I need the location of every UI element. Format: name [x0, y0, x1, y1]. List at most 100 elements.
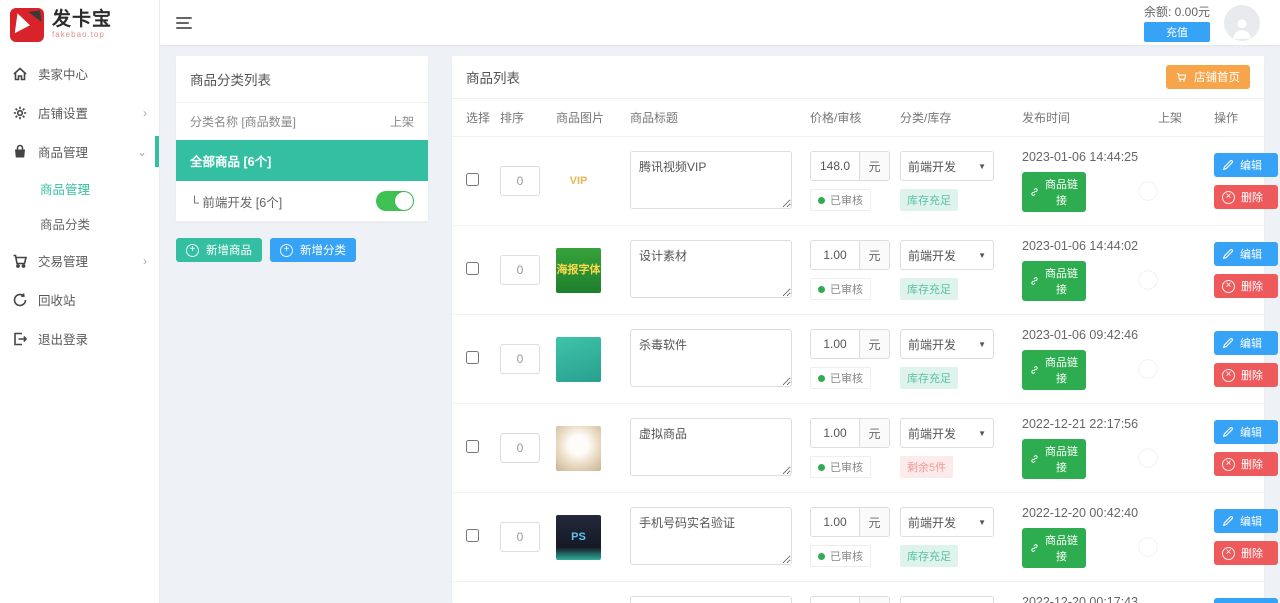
link-icon: [1030, 542, 1039, 554]
col-on-shelf: 上架: [1158, 109, 1214, 126]
plus-circle-icon: +: [186, 244, 199, 257]
row-select-checkbox[interactable]: [466, 173, 479, 186]
price-input[interactable]: [811, 241, 859, 269]
edit-button[interactable]: 编辑: [1214, 153, 1278, 177]
cross-circle-icon: ×: [1222, 369, 1235, 382]
brand-logo[interactable]: 发卡宝 fakebao.top: [0, 0, 159, 48]
price-input-group: 元: [810, 151, 890, 181]
row-select-checkbox[interactable]: [466, 529, 479, 542]
product-title-textarea[interactable]: 腾讯视频VIP: [630, 151, 792, 209]
product-image-label: 海报字体: [557, 264, 601, 276]
product-link-button[interactable]: 商品链接: [1022, 528, 1086, 568]
sidebar-item-label: 交易管理: [38, 251, 88, 270]
table-row: VIP 腾讯视频VIP 元 已审核 前端开发 ▼ 库存充足 2023-01-06…: [452, 137, 1264, 226]
link-icon: [1030, 453, 1039, 465]
category-col-status: 上架: [390, 113, 414, 130]
add-product-button[interactable]: + 新增商品: [176, 238, 262, 262]
category-visibility-toggle[interactable]: [376, 191, 414, 211]
add-category-button[interactable]: + 新增分类: [270, 238, 356, 262]
sidebar-nav: 卖家中心 店铺设置 › 商品管理 ⌄ 商品管理 商品分类 交易管理 ›: [0, 48, 159, 358]
category-select[interactable]: 前端开发 ▼: [900, 418, 994, 448]
product-link-button[interactable]: 商品链接: [1022, 439, 1086, 479]
sort-order-input[interactable]: [500, 255, 540, 285]
product-image: PS: [556, 515, 601, 560]
edit-button[interactable]: 编辑: [1214, 420, 1278, 444]
hamburger-menu-icon[interactable]: [176, 17, 192, 29]
delete-button[interactable]: × 删除: [1214, 452, 1278, 476]
sort-order-input[interactable]: [500, 166, 540, 196]
review-status-badge: 已审核: [810, 189, 871, 211]
category-select[interactable]: 前端开发 ▼: [900, 240, 994, 270]
price-input[interactable]: [811, 152, 859, 180]
edit-button[interactable]: 编辑: [1214, 509, 1278, 533]
category-select[interactable]: 前端开发 ▼: [900, 596, 994, 603]
sidebar-item-shop-settings[interactable]: 店铺设置 ›: [0, 93, 159, 132]
edit-label: 编辑: [1240, 246, 1262, 262]
edit-button[interactable]: 编辑: [1214, 598, 1278, 603]
row-select-checkbox[interactable]: [466, 262, 479, 275]
sidebar-item-trade-management[interactable]: 交易管理 ›: [0, 241, 159, 280]
price-input[interactable]: [811, 330, 859, 358]
review-status-badge: 已审核: [810, 456, 871, 478]
edit-button[interactable]: 编辑: [1214, 242, 1278, 266]
sort-order-input[interactable]: [500, 344, 540, 374]
edit-label: 编辑: [1240, 157, 1262, 173]
delete-button[interactable]: × 删除: [1214, 185, 1278, 209]
category-select[interactable]: 前端开发 ▼: [900, 507, 994, 537]
review-status-label: 已审核: [830, 459, 863, 475]
product-title-textarea[interactable]: 杀毒软件: [630, 329, 792, 387]
category-select[interactable]: 前端开发 ▼: [900, 329, 994, 359]
category-selected-value: 前端开发: [908, 336, 956, 353]
product-link-button[interactable]: 商品链接: [1022, 350, 1086, 390]
price-unit-label: 元: [859, 241, 889, 269]
product-title-textarea[interactable]: 虚拟商品: [630, 418, 792, 476]
avatar[interactable]: [1224, 5, 1260, 41]
sidebar-item-label: 商品管理: [38, 142, 88, 161]
recharge-button[interactable]: 充值: [1144, 22, 1210, 42]
price-input[interactable]: [811, 508, 859, 536]
table-row: PS 手机号码实名验证 元 已审核 前端开发 ▼ 库存充足 2022-12-20…: [452, 493, 1264, 582]
table-row: 虚拟商品 元 已审核 前端开发 ▼ 剩余5件 2022-12-21 22:17:…: [452, 404, 1264, 493]
delete-button[interactable]: × 删除: [1214, 274, 1278, 298]
chevron-right-icon: ›: [143, 106, 147, 120]
price-input[interactable]: [811, 419, 859, 447]
category-row-all-products[interactable]: 全部商品 [6个]: [176, 140, 428, 181]
col-image: 商品图片: [556, 109, 630, 126]
product-title-textarea[interactable]: 手机号码实名验证: [630, 507, 792, 565]
price-unit-label: 元: [859, 152, 889, 180]
row-select-checkbox[interactable]: [466, 440, 479, 453]
row-select-checkbox[interactable]: [466, 351, 479, 364]
category-row-frontend[interactable]: └ 前端开发 [6个]: [176, 181, 428, 222]
category-select[interactable]: 前端开发 ▼: [900, 151, 994, 181]
product-rows: VIP 腾讯视频VIP 元 已审核 前端开发 ▼ 库存充足 2023-01-06…: [452, 137, 1264, 603]
product-title-textarea[interactable]: 设计素材: [630, 596, 792, 603]
edit-button[interactable]: 编辑: [1214, 331, 1278, 355]
pencil-icon: [1222, 159, 1234, 171]
pencil-icon: [1222, 426, 1234, 438]
product-title-textarea[interactable]: 设计素材: [630, 240, 792, 298]
delete-button[interactable]: × 删除: [1214, 363, 1278, 387]
sort-order-input[interactable]: [500, 522, 540, 552]
green-dot-icon: [818, 197, 825, 204]
price-input-group: 元: [810, 418, 890, 448]
category-selected-value: 前端开发: [908, 514, 956, 531]
price-input-group: 元: [810, 507, 890, 537]
sidebar-item-logout[interactable]: 退出登录: [0, 319, 159, 358]
shop-home-button[interactable]: 店铺首页: [1166, 65, 1250, 89]
sidebar-subitem-product-category[interactable]: 商品分类: [0, 206, 159, 241]
product-link-button[interactable]: 商品链接: [1022, 261, 1086, 301]
sidebar-item-product-management[interactable]: 商品管理 ⌄: [0, 132, 159, 171]
price-input[interactable]: [811, 597, 859, 603]
price-input-group: 元: [810, 596, 890, 603]
delete-button[interactable]: × 删除: [1214, 541, 1278, 565]
sort-order-input[interactable]: [500, 433, 540, 463]
review-status-label: 已审核: [830, 548, 863, 564]
top-header: 余额: 0.00元 充值: [160, 0, 1280, 45]
green-dot-icon: [818, 286, 825, 293]
sidebar-subitem-product-management[interactable]: 商品管理: [0, 171, 159, 206]
publish-time: 2022-12-20 00:17:43: [1022, 595, 1138, 603]
sidebar-item-seller-center[interactable]: 卖家中心: [0, 54, 159, 93]
product-link-button[interactable]: 商品链接: [1022, 172, 1086, 212]
add-category-label: 新增分类: [300, 242, 346, 258]
sidebar-item-recycle-bin[interactable]: 回收站: [0, 280, 159, 319]
